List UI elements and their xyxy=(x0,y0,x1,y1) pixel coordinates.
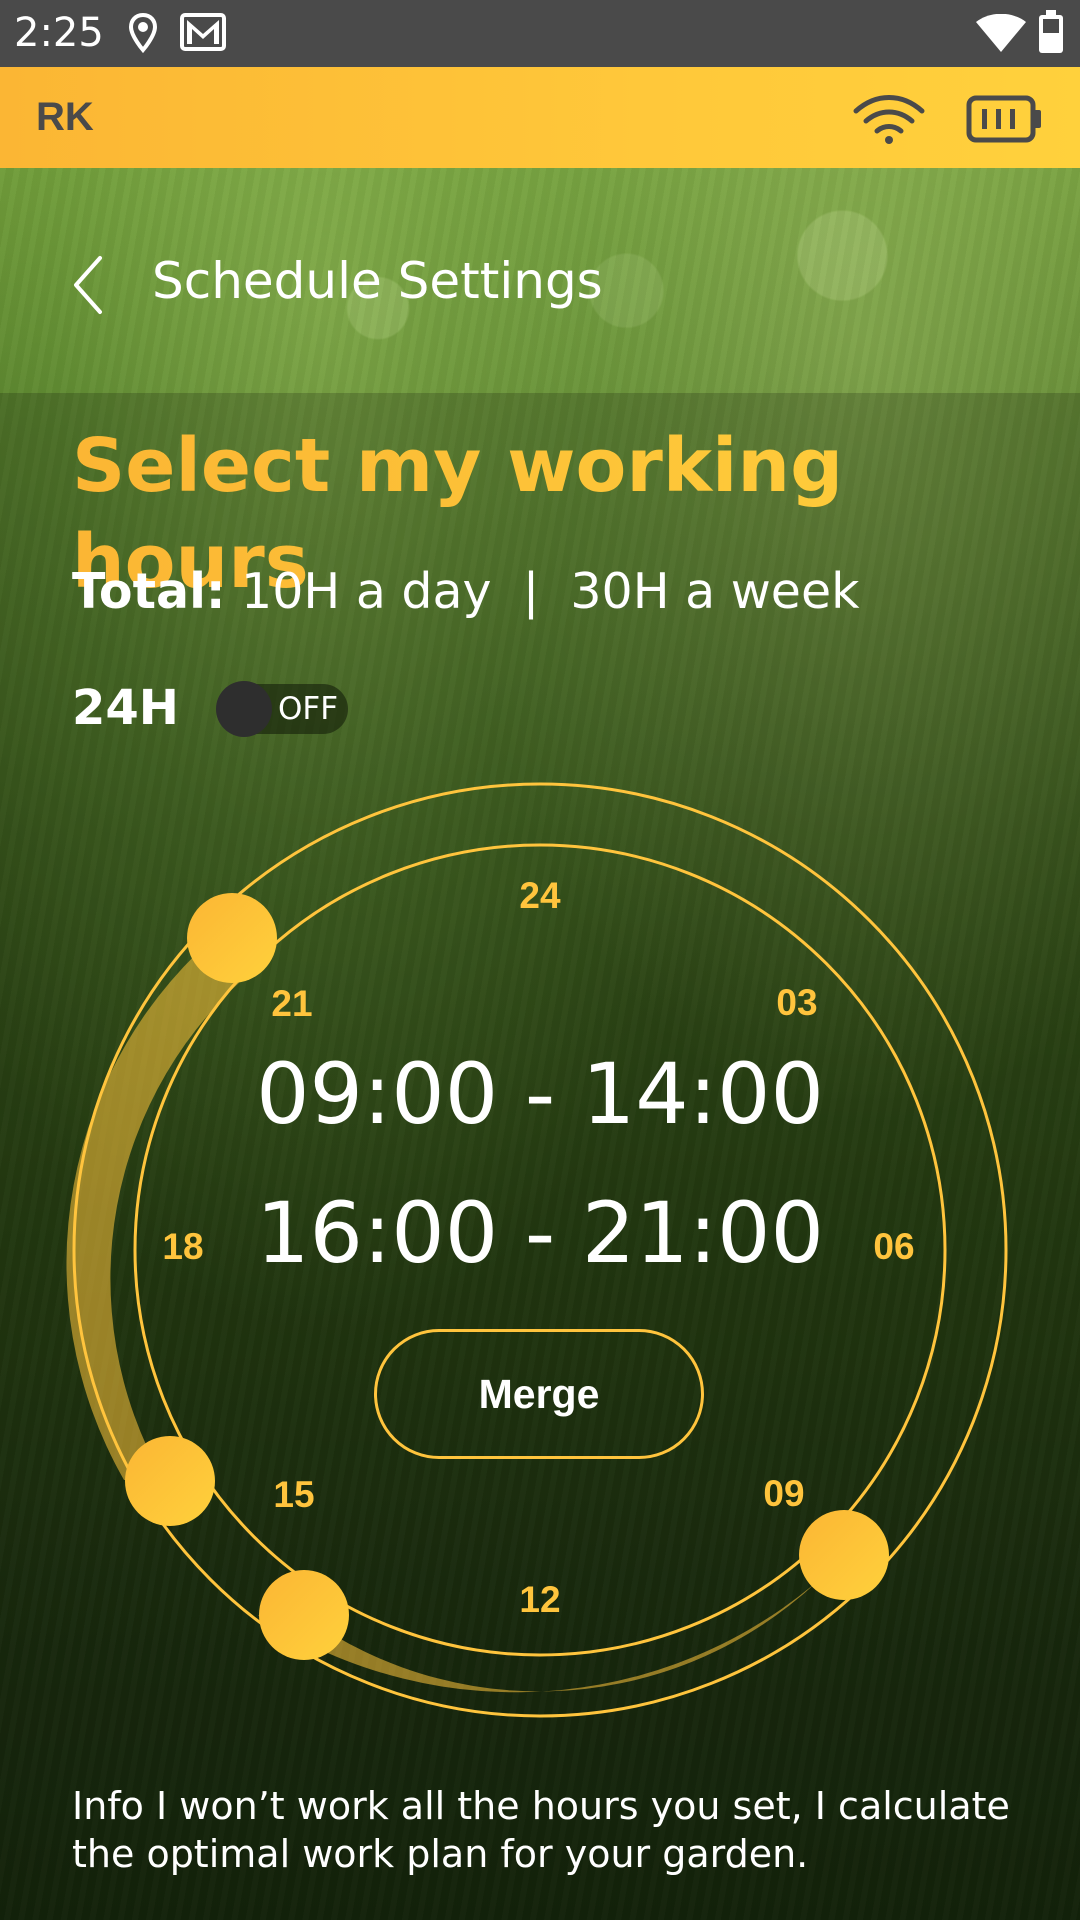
range-handle[interactable] xyxy=(187,893,277,983)
hour-label-03: 03 xyxy=(776,982,817,1023)
hour-label-21: 21 xyxy=(271,983,312,1024)
hour-label-15: 15 xyxy=(273,1474,314,1515)
range-handle[interactable] xyxy=(259,1570,349,1660)
hour-label-24: 24 xyxy=(519,875,561,916)
merge-button[interactable]: Merge xyxy=(374,1329,704,1459)
time-range-1: 09:00 - 14:00 xyxy=(256,1045,824,1143)
info-text: Info I won’t work all the hours you set,… xyxy=(72,1784,1010,1876)
hour-label-12: 12 xyxy=(519,1579,560,1620)
hour-label-09: 09 xyxy=(763,1473,804,1514)
range-handle[interactable] xyxy=(125,1436,215,1526)
range-handle[interactable] xyxy=(799,1510,889,1600)
time-range-2: 16:00 - 21:00 xyxy=(256,1184,824,1282)
hours-dial: 24 03 06 09 12 15 18 21 xyxy=(66,782,1008,1718)
